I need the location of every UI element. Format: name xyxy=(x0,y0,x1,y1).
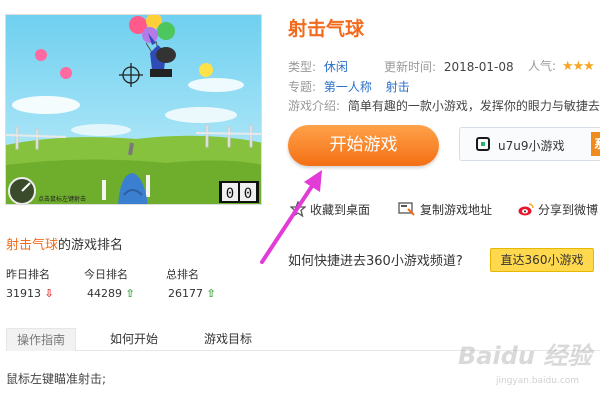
game-updated: 更新时间: 2018-01-08 xyxy=(384,58,514,75)
arrow-down-icon: ⇩ xyxy=(44,287,54,300)
intro-text: 简单有趣的一款小游戏，发挥你的眼力与敏捷去帮 xyxy=(347,99,600,113)
rank-number: 44289 xyxy=(87,287,122,300)
popularity-label: 人气: xyxy=(528,59,557,73)
copy-address-label: 复制游戏地址 xyxy=(420,203,493,217)
weibo-icon xyxy=(518,201,534,220)
game-thumbnail[interactable]: 点击鼠标左键射击 0 0 xyxy=(5,14,262,205)
updated-label: 更新时间: xyxy=(384,60,437,74)
guide-text: 鼠标左键瞄准射击; xyxy=(6,372,107,386)
mobile-game-label: u7u9小游戏 xyxy=(498,139,565,153)
share-weibo-link[interactable]: 分享到微博 xyxy=(518,201,598,220)
game-type: 类型: 休闲 xyxy=(288,58,348,75)
updated-value: 2018-01-08 xyxy=(443,60,514,74)
bookmark-label: 收藏到桌面 xyxy=(310,203,371,217)
rank-label: 今日排名 xyxy=(84,268,128,281)
type-label: 类型: xyxy=(288,60,317,74)
rank-number: 26177 xyxy=(168,287,203,300)
rank-value: 44289 ⇧ xyxy=(87,287,135,300)
tab-how-to-start[interactable]: 如何开始 xyxy=(110,330,158,347)
rank-value: 26177 ⇧ xyxy=(168,287,216,300)
watermark-url: jingyan.baidu.com xyxy=(496,376,580,386)
star-outline-icon xyxy=(289,200,307,220)
topic-link-shooting[interactable]: 射击 xyxy=(386,80,410,94)
copy-address-link[interactable]: 复制游戏地址 xyxy=(398,201,492,220)
rank-label: 总排名 xyxy=(166,268,199,281)
svg-text:0: 0 xyxy=(244,186,252,202)
bookmark-desktop-link[interactable]: 收藏到桌面 xyxy=(289,200,371,220)
rank-total: 总排名 26177 ⇧ xyxy=(166,266,216,300)
game-intro: 游戏介绍: 简单有趣的一款小游戏，发挥你的眼力与敏捷去帮 xyxy=(288,97,600,114)
go-360-channel-button[interactable]: 直达360小游戏 xyxy=(490,248,594,272)
share-weibo-label: 分享到微博 xyxy=(538,203,599,217)
star-rating-icon: ★★★ xyxy=(561,59,595,74)
ranking-title-rest: 的游戏排名 xyxy=(58,238,124,253)
svg-text:0: 0 xyxy=(226,186,234,202)
start-game-button[interactable]: 开始游戏 xyxy=(288,125,439,166)
copy-icon xyxy=(398,201,416,220)
type-link[interactable]: 休闲 xyxy=(324,60,348,74)
rank-today: 今日排名 44289 ⇧ xyxy=(84,266,135,300)
game-popularity: 人气: ★★★ xyxy=(528,57,595,74)
topic-label: 专题: xyxy=(288,80,317,94)
baidu-watermark: Baidu 经验 xyxy=(458,342,592,370)
intro-label: 游戏介绍: xyxy=(288,99,341,113)
arrow-up-icon: ⇧ xyxy=(125,287,135,300)
game-topics: 专题: 第一人称 射击 xyxy=(288,78,410,95)
mobile-tag: 系 xyxy=(591,132,600,156)
ranking-title-game: 射击气球 xyxy=(6,238,59,253)
rank-label: 昨日排名 xyxy=(6,268,50,281)
arrow-up-icon: ⇧ xyxy=(206,287,216,300)
rank-yesterday: 昨日排名 31913 ⇩ xyxy=(6,266,54,300)
mobile-app-icon xyxy=(476,137,490,151)
ranking-title: 射击气球的游戏排名 xyxy=(6,234,123,253)
channel-question: 如何快捷进去360小游戏频道? xyxy=(288,254,463,269)
game-title: 射击气球 xyxy=(288,18,365,40)
topic-link-first-person[interactable]: 第一人称 xyxy=(324,80,372,94)
tab-game-goal[interactable]: 游戏目标 xyxy=(204,330,252,347)
rank-value: 31913 ⇩ xyxy=(6,287,54,300)
mobile-game-box[interactable]: u7u9小游戏 系 xyxy=(459,127,600,161)
thumbnail-caption: 点击鼠标左键射击 xyxy=(38,195,86,203)
rank-number: 31913 xyxy=(6,287,41,300)
tab-operation-guide[interactable]: 操作指南 xyxy=(6,328,76,351)
